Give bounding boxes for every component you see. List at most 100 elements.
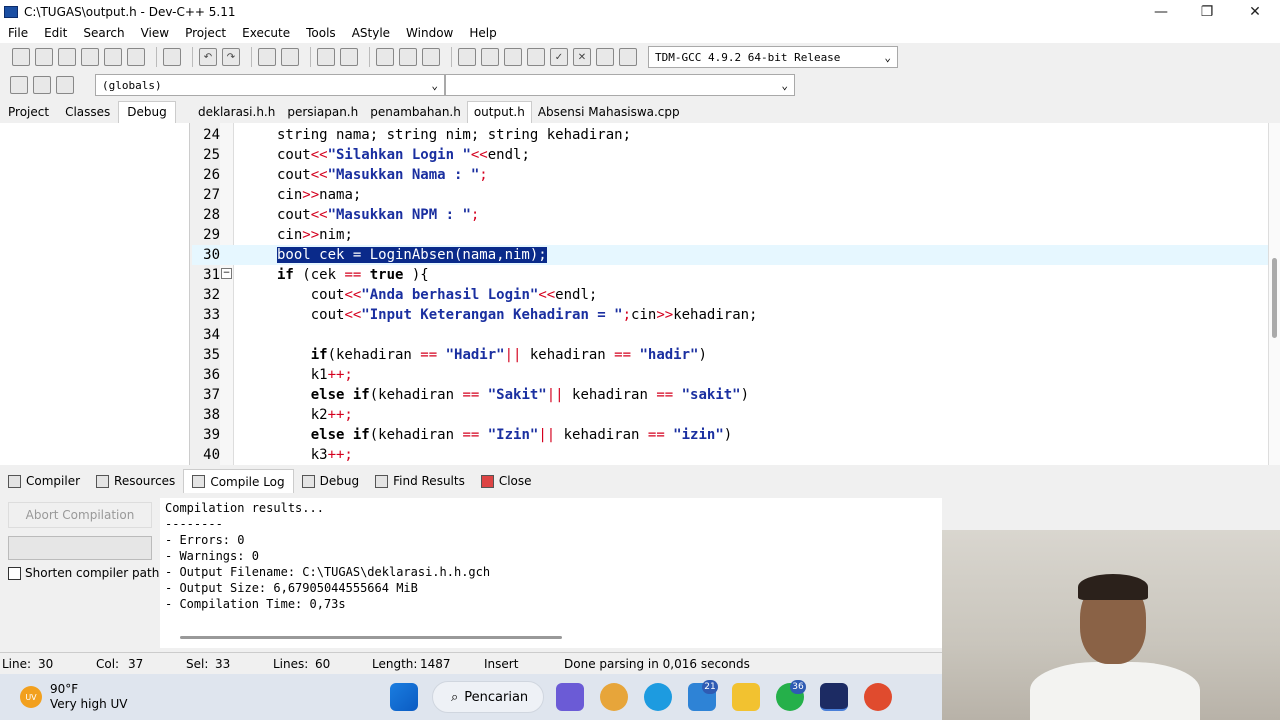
- tab-find-results[interactable]: Find Results: [367, 469, 473, 493]
- abort-compilation-button[interactable]: Abort Compilation: [8, 502, 152, 528]
- member-select[interactable]: ⌄: [445, 74, 795, 96]
- line-number: 26: [203, 167, 220, 183]
- menu-window[interactable]: Window: [398, 26, 461, 40]
- check-icon: [301, 474, 315, 488]
- maximize-button[interactable]: ❐: [1184, 0, 1230, 23]
- minimize-button[interactable]: —: [1138, 0, 1184, 23]
- code-line[interactable]: 27 cin>>nama;: [192, 185, 1270, 205]
- run-icon[interactable]: [481, 48, 499, 66]
- taskbar-search[interactable]: ⌕ Pencarian: [432, 681, 544, 713]
- indent-icon[interactable]: [317, 48, 335, 66]
- code-line[interactable]: 25 cout<<"Silahkan Login "<<endl;: [192, 145, 1270, 165]
- scope-select[interactable]: (globals) ⌄: [95, 74, 445, 96]
- menu-project[interactable]: Project: [177, 26, 234, 40]
- tab-debug[interactable]: Debug: [118, 101, 176, 123]
- recorder-icon[interactable]: [864, 683, 892, 711]
- code-line[interactable]: 39 else if(kehadiran == "Izin"|| kehadir…: [192, 425, 1270, 445]
- log-line: - Errors: 0: [165, 533, 245, 547]
- save-all-icon[interactable]: [81, 48, 99, 66]
- check-syntax-icon[interactable]: ✓: [550, 48, 568, 66]
- print-icon[interactable]: [163, 48, 181, 66]
- open-file-icon[interactable]: [35, 48, 53, 66]
- chrome-canary-icon[interactable]: [600, 683, 628, 711]
- menu-tools[interactable]: Tools: [298, 26, 344, 40]
- tab-close[interactable]: Close: [473, 469, 540, 493]
- toggle-bookmark-icon[interactable]: [33, 76, 51, 94]
- compile-icon[interactable]: [458, 48, 476, 66]
- weather-widget[interactable]: UV 90°F Very high UV: [20, 682, 127, 712]
- edge-icon[interactable]: [644, 683, 672, 711]
- compile-run-icon[interactable]: [504, 48, 522, 66]
- file-explorer-icon[interactable]: [732, 683, 760, 711]
- undo-icon[interactable]: ↶: [199, 48, 217, 66]
- menu-file[interactable]: File: [0, 26, 36, 40]
- stop-execution-icon[interactable]: ✕: [573, 48, 591, 66]
- menu-edit[interactable]: Edit: [36, 26, 75, 40]
- code-line[interactable]: 35 if(kehadiran == "Hadir"|| kehadiran =…: [192, 345, 1270, 365]
- fold-toggle-icon[interactable]: −: [221, 268, 232, 279]
- close-file-icon[interactable]: [104, 48, 122, 66]
- tab-debug-bottom[interactable]: Debug: [294, 469, 367, 493]
- code-line[interactable]: 38 k2++;: [192, 405, 1270, 425]
- code-line[interactable]: 26 cout<<"Masukkan Nama : ";: [192, 165, 1270, 185]
- code-line[interactable]: 28 cout<<"Masukkan NPM : ";: [192, 205, 1270, 225]
- code-line[interactable]: 34: [192, 325, 1270, 345]
- menu-astyle[interactable]: AStyle: [344, 26, 398, 40]
- code-line[interactable]: 37 else if(kehadiran == "Sakit"|| kehadi…: [192, 385, 1270, 405]
- tab-compile-log[interactable]: Compile Log: [183, 469, 294, 493]
- tab-resources[interactable]: Resources: [88, 469, 183, 493]
- devcpp-taskbar-icon[interactable]: [820, 683, 848, 711]
- close-window-button[interactable]: ✕: [1232, 0, 1278, 23]
- code-token: (kehadiran: [327, 347, 421, 363]
- goto-bookmark-icon[interactable]: [56, 76, 74, 94]
- shorten-paths-row[interactable]: Shorten compiler paths: [8, 566, 166, 580]
- tab-classes[interactable]: Classes: [57, 102, 118, 123]
- profile-icon[interactable]: [596, 48, 614, 66]
- horizontal-scrollbar[interactable]: [180, 636, 562, 639]
- code-line[interactable]: 29 cin>>nim;: [192, 225, 1270, 245]
- code-line[interactable]: 32 cout<<"Anda berhasil Login"<<endl;: [192, 285, 1270, 305]
- tab-penambahan[interactable]: penambahan.h: [364, 102, 467, 123]
- code-line[interactable]: 31 if (cek == true ){: [192, 265, 1270, 285]
- menu-help[interactable]: Help: [461, 26, 504, 40]
- tab-compiler[interactable]: Compiler: [0, 469, 88, 493]
- window-title: C:\TUGAS\output.h - Dev-C++ 5.11: [24, 4, 236, 19]
- menu-view[interactable]: View: [133, 26, 177, 40]
- unindent-icon[interactable]: [340, 48, 358, 66]
- line-number: 32: [203, 287, 220, 303]
- insert-icon[interactable]: [10, 76, 28, 94]
- rebuild-icon[interactable]: [527, 48, 545, 66]
- goto-icon[interactable]: [422, 48, 440, 66]
- menu-search[interactable]: Search: [75, 26, 132, 40]
- tab-project[interactable]: Project: [0, 102, 57, 123]
- new-file-icon[interactable]: [12, 48, 30, 66]
- replace-icon[interactable]: [281, 48, 299, 66]
- close-all-icon[interactable]: [127, 48, 145, 66]
- save-icon[interactable]: [58, 48, 76, 66]
- code-line[interactable]: 40 k3++;: [192, 445, 1270, 465]
- status-bar: Line: 30 Col: 37 Sel: 33 Lines: 60 Lengt…: [0, 652, 942, 674]
- mail-badge: 21: [702, 680, 718, 694]
- tab-absensi[interactable]: Absensi Mahasiswa.cpp: [532, 102, 686, 123]
- tab-deklarasi[interactable]: deklarasi.h.h: [192, 102, 281, 123]
- scrollbar-thumb[interactable]: [1272, 258, 1277, 338]
- vertical-scrollbar[interactable]: [1268, 123, 1280, 465]
- meet-app-icon[interactable]: [556, 683, 584, 711]
- code-line[interactable]: 36 k1++;: [192, 365, 1270, 385]
- find-icon[interactable]: [258, 48, 276, 66]
- menu-execute[interactable]: Execute: [234, 26, 298, 40]
- tab-output[interactable]: output.h: [466, 101, 532, 123]
- back-icon[interactable]: [376, 48, 394, 66]
- code-line[interactable]: 24 string nama; string nim; string kehadi…: [192, 125, 1270, 145]
- compiler-select[interactable]: TDM-GCC 4.9.2 64-bit Release ⌄: [648, 46, 898, 68]
- windows-start-icon[interactable]: [390, 683, 418, 711]
- code-line[interactable]: 33 cout<<"Input Keterangan Kehadiran = "…: [192, 305, 1270, 325]
- code-editor[interactable]: 24 string nama; string nim; string kehadi…: [192, 123, 1270, 465]
- forward-icon[interactable]: [399, 48, 417, 66]
- code-text: cin>>nim;: [277, 225, 353, 245]
- redo-icon[interactable]: ↷: [222, 48, 240, 66]
- debug-icon[interactable]: [619, 48, 637, 66]
- tab-persiapan[interactable]: persiapan.h: [281, 102, 364, 123]
- shorten-paths-checkbox[interactable]: [8, 566, 21, 580]
- code-line[interactable]: 30 bool cek = LoginAbsen(nama,nim);: [192, 245, 1270, 265]
